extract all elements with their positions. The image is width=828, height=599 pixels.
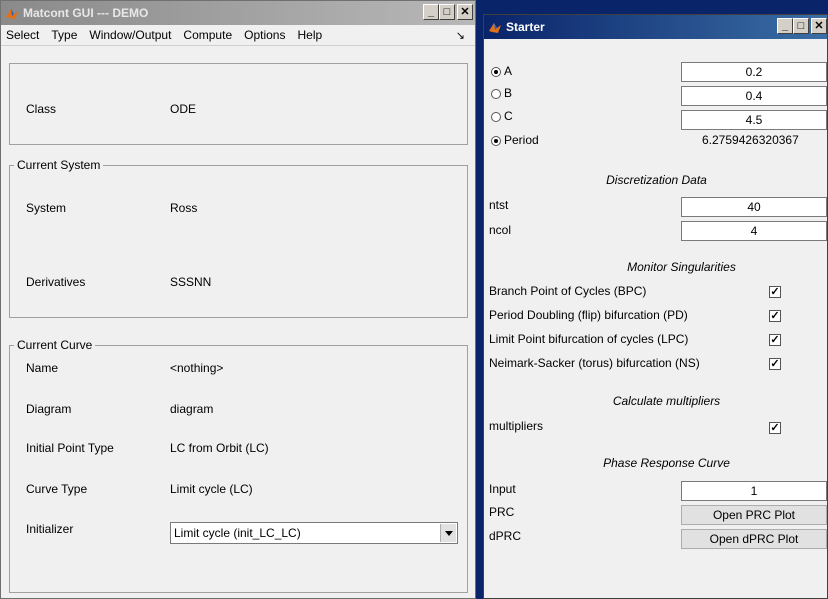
monitor-header: Monitor Singularities [627,260,736,274]
menu-arrow-icon[interactable]: ↘ [456,29,465,42]
multipliers-label: multipliers [489,419,544,433]
period-label: Period [504,133,539,147]
current-system-panel: Current System System Ross Derivatives S… [9,158,468,318]
monitor-ns-label: Neimark-Sacker (torus) bifurcation (NS) [489,356,700,370]
ntst-input[interactable]: 40 [681,197,827,217]
menu-options[interactable]: Options [244,28,285,42]
prc-label: PRC [489,505,515,519]
param-b-label: B [504,86,513,100]
menu-bar: Select Type Window/Output Compute Option… [1,25,475,46]
diagram-label: Diagram [26,402,72,416]
initializer-label: Initializer [26,522,74,536]
initializer-selected-value: Limit cycle (init_LC_LC) [174,526,301,540]
close-icon[interactable]: ✕ [811,18,827,34]
menu-help[interactable]: Help [297,28,322,42]
open-dprc-plot-button[interactable]: Open dPRC Plot [681,529,827,549]
maximize-icon[interactable]: □ [439,4,455,20]
ntst-label: ntst [489,198,509,212]
dprc-label: dPRC [489,529,522,543]
param-c-label: C [504,109,513,123]
multipliers-checkbox[interactable]: ✓ [769,422,781,434]
current-curve-title: Current Curve [14,338,96,352]
class-label: Class [26,102,57,116]
period-value: 6.2759426320367 [702,133,799,147]
open-prc-plot-button[interactable]: Open PRC Plot [681,505,827,525]
matcont-title: Matcont GUI --- DEMO [23,6,149,20]
initializer-dropdown[interactable]: Limit cycle (init_LC_LC) [170,522,458,544]
menu-select[interactable]: Select [6,28,39,42]
maximize-icon[interactable]: □ [793,18,809,34]
close-icon[interactable]: ✕ [457,4,473,20]
monitor-ns-checkbox[interactable]: ✓ [769,358,781,370]
class-value: ODE [170,102,197,116]
param-b-radio[interactable] [491,89,501,99]
derivatives-label: Derivatives [26,275,86,289]
class-panel: Class ODE [9,63,468,145]
monitor-bpc-checkbox[interactable]: ✓ [769,286,781,298]
input-label: Input [489,482,516,496]
chevron-down-icon[interactable] [440,524,456,542]
name-value: <nothing> [170,361,224,375]
matlab-logo-icon [5,6,19,20]
monitor-lpc-label: Limit Point bifurcation of cycles (LPC) [489,332,689,346]
menu-window-output[interactable]: Window/Output [89,28,171,42]
system-value: Ross [170,201,198,215]
matlab-logo-icon [488,20,502,34]
prc-header: Phase Response Curve [603,456,730,470]
starter-title: Starter [506,20,545,34]
param-a-label: A [504,64,513,78]
matcont-titlebar[interactable]: Matcont GUI --- DEMO _ □ ✕ [1,1,475,25]
minimize-icon[interactable]: _ [423,4,439,20]
initial-point-type-label: Initial Point Type [26,441,114,455]
current-curve-panel: Current Curve Name <nothing> Diagram dia… [9,338,468,593]
derivatives-value: SSSNN [170,275,212,289]
matcont-gui-window: Matcont GUI --- DEMO _ □ ✕ Select Type W… [0,0,476,599]
input-field[interactable]: 1 [681,481,827,501]
param-a-radio[interactable] [491,67,501,77]
monitor-lpc-checkbox[interactable]: ✓ [769,334,781,346]
system-label: System [26,201,67,215]
current-system-title: Current System [14,158,104,172]
name-label: Name [26,361,59,375]
monitor-pd-label: Period Doubling (flip) bifurcation (PD) [489,308,688,322]
minimize-icon[interactable]: _ [777,18,793,34]
ncol-label: ncol [489,223,512,237]
param-c-input[interactable]: 4.5 [681,110,827,130]
starter-window: Starter _ □ ✕ A 0.2 B 0.4 C 4.5 Period 6… [483,14,828,599]
diagram-value: diagram [170,402,214,416]
param-c-radio[interactable] [491,112,501,122]
curve-type-label: Curve Type [26,482,88,496]
discretization-header: Discretization Data [606,173,707,187]
multipliers-header: Calculate multipliers [612,394,721,408]
menu-compute[interactable]: Compute [183,28,232,42]
monitor-bpc-label: Branch Point of Cycles (BPC) [489,284,647,298]
starter-titlebar[interactable]: Starter _ □ ✕ [484,15,827,39]
initial-point-type-value: LC from Orbit (LC) [170,441,269,455]
param-a-input[interactable]: 0.2 [681,62,827,82]
curve-type-value: Limit cycle (LC) [170,482,253,496]
period-radio[interactable] [491,136,501,146]
menu-type[interactable]: Type [51,28,77,42]
param-b-input[interactable]: 0.4 [681,86,827,106]
ncol-input[interactable]: 4 [681,221,827,241]
monitor-pd-checkbox[interactable]: ✓ [769,310,781,322]
